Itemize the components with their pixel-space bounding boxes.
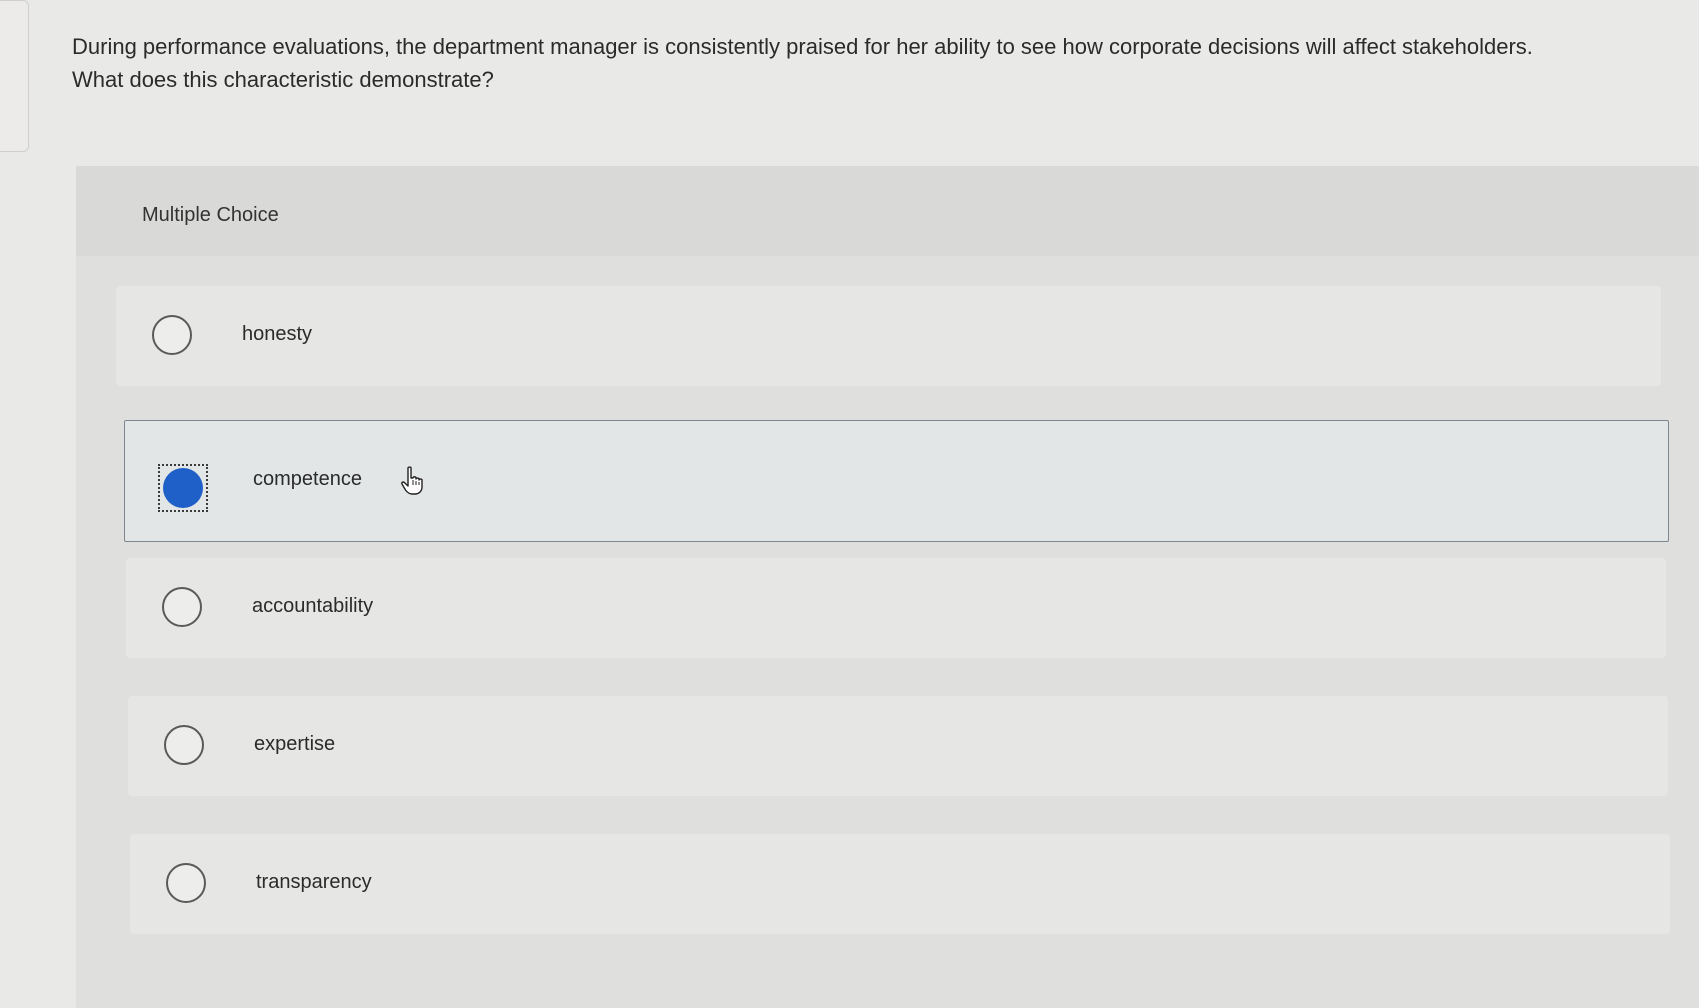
choice-label: accountability (252, 595, 374, 617)
multiple-choice-label: Multiple Choice (142, 204, 279, 226)
hand-pointer-icon (401, 466, 423, 495)
choice-label: competence (253, 468, 362, 490)
choice-accountability[interactable]: accountability (126, 558, 1666, 658)
multiple-choice-header: Multiple Choice (76, 166, 1699, 256)
choice-label: expertise (254, 733, 336, 755)
question-line-1: During performance evaluations, the depa… (72, 34, 1533, 59)
radio-circle-icon[interactable] (164, 725, 204, 765)
question-line-2: What does this characteristic demonstrat… (72, 67, 494, 92)
radio-circle-icon[interactable] (162, 587, 202, 627)
choice-label: honesty (242, 323, 313, 345)
choice-label: transparency (256, 871, 372, 893)
radio-circle-icon[interactable] (152, 315, 192, 355)
choice-competence[interactable]: competence (124, 420, 1669, 542)
choice-transparency[interactable]: transparency (130, 834, 1670, 934)
choice-expertise[interactable]: expertise (128, 696, 1668, 796)
radio-circle-icon[interactable] (166, 863, 206, 903)
question-text: During performance evaluations, the depa… (72, 30, 1682, 96)
left-panel-edge (0, 0, 29, 152)
radio-focus-ring[interactable] (158, 464, 208, 512)
radio-selected-icon (163, 468, 203, 508)
choice-honesty[interactable]: honesty (116, 286, 1661, 386)
multiple-choice-panel: Multiple Choice honesty competence accou… (76, 166, 1699, 1008)
